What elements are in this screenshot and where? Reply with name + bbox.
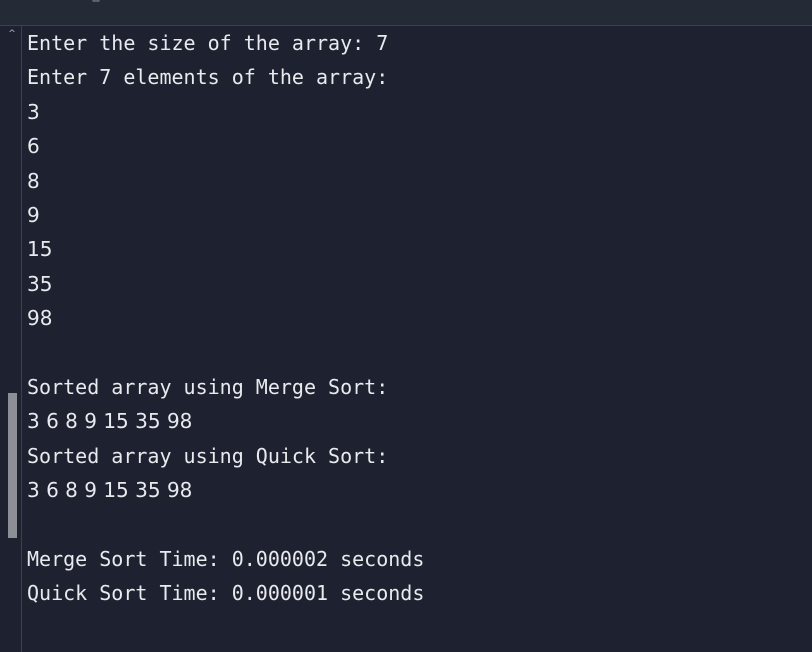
terminal-window: ^ Enter the size of the array: 7 Enter 7…	[0, 0, 812, 652]
input-value: 15	[27, 237, 53, 261]
input-value: 9	[27, 203, 40, 227]
merge-sort-result: 3 6 8 9 15 35 98	[27, 409, 193, 433]
input-value: 3	[27, 100, 40, 124]
input-value: 98	[27, 306, 53, 330]
prompt-elements-line: Enter 7 elements of the array:	[27, 65, 389, 89]
input-value: 35	[27, 272, 53, 296]
scrollbar-track[interactable]	[0, 26, 22, 652]
input-value: 8	[27, 169, 40, 193]
tab-fragment	[92, 0, 100, 2]
scroll-up-arrow-icon[interactable]: ^	[7, 30, 17, 39]
input-value: 6	[27, 134, 40, 158]
scrollbar-thumb[interactable]	[8, 393, 17, 538]
panel-tab-bar	[0, 0, 812, 26]
terminal-output[interactable]: Enter the size of the array: 7 Enter 7 e…	[27, 26, 807, 646]
merge-sort-time: Merge Sort Time: 0.000002 seconds	[27, 547, 425, 571]
quick-sort-time: Quick Sort Time: 0.000001 seconds	[27, 581, 425, 605]
quick-sort-heading: Sorted array using Quick Sort:	[27, 444, 389, 468]
prompt-size-line: Enter the size of the array: 7	[27, 31, 389, 55]
merge-sort-heading: Sorted array using Merge Sort:	[27, 375, 389, 399]
quick-sort-result: 3 6 8 9 15 35 98	[27, 478, 193, 502]
